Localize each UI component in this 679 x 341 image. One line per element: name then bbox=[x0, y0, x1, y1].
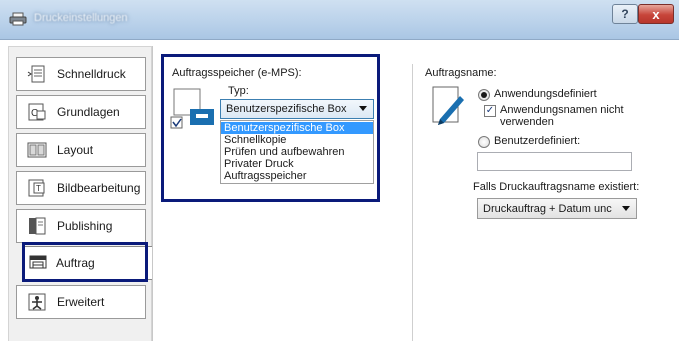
close-button[interactable]: x bbox=[638, 4, 674, 24]
job-storage-highlight bbox=[161, 54, 380, 202]
sidebar-item-label: Layout bbox=[57, 143, 94, 157]
no-app-name-label-cont: verwenden bbox=[500, 116, 554, 128]
layout-icon bbox=[27, 142, 47, 158]
printer-icon bbox=[9, 12, 27, 26]
sidebar-item-schnelldruck[interactable]: Schnelldruck bbox=[16, 57, 146, 91]
app-defined-radio[interactable] bbox=[478, 89, 490, 101]
pen-icon bbox=[432, 86, 464, 125]
exists-dropdown[interactable]: Druckauftrag + Datum unc bbox=[477, 198, 637, 219]
job-name-label: Auftragsname: bbox=[425, 67, 497, 79]
sidebar-item-publishing[interactable]: Publishing bbox=[16, 209, 146, 243]
no-app-name-label: Anwendungsnamen nicht bbox=[500, 104, 624, 116]
imaging-icon: T bbox=[28, 179, 45, 197]
active-tab-highlight bbox=[22, 242, 148, 282]
publishing-icon bbox=[29, 217, 46, 235]
sidebar-item-label: Bildbearbeitung bbox=[57, 181, 141, 195]
window-title: Druckeinstellungen bbox=[34, 12, 128, 24]
help-button[interactable]: ? bbox=[612, 4, 638, 24]
chevron-down-icon bbox=[622, 206, 630, 211]
sidebar-item-bildbearbeitung[interactable]: T Bildbearbeitung bbox=[16, 171, 146, 205]
user-defined-input[interactable] bbox=[477, 152, 632, 171]
exists-label: Falls Druckauftragsname existiert: bbox=[473, 181, 640, 193]
svg-text:T: T bbox=[36, 184, 41, 193]
basic-icon: C bbox=[28, 103, 46, 121]
advanced-icon bbox=[28, 293, 46, 311]
sidebar-item-grundlagen[interactable]: C Grundlagen bbox=[16, 95, 146, 129]
sidebar-item-label: Erweitert bbox=[57, 295, 105, 309]
user-defined-radio[interactable] bbox=[478, 136, 490, 148]
no-app-name-checkbox[interactable]: ✓ bbox=[484, 105, 496, 117]
sidebar-item-label: Schnelldruck bbox=[57, 67, 126, 81]
quick-print-icon bbox=[27, 65, 45, 83]
sidebar-item-erweitert[interactable]: Erweitert bbox=[16, 285, 146, 319]
sidebar-item-label: Publishing bbox=[57, 219, 113, 233]
exists-dropdown-value: Druckauftrag + Datum unc bbox=[483, 202, 612, 215]
sidebar-item-label: Grundlagen bbox=[57, 105, 120, 119]
app-defined-label: Anwendungsdefiniert bbox=[494, 88, 597, 100]
sidebar-item-layout[interactable]: Layout bbox=[16, 133, 146, 167]
section-divider bbox=[412, 64, 413, 341]
user-defined-label: Benutzerdefiniert: bbox=[494, 135, 581, 147]
